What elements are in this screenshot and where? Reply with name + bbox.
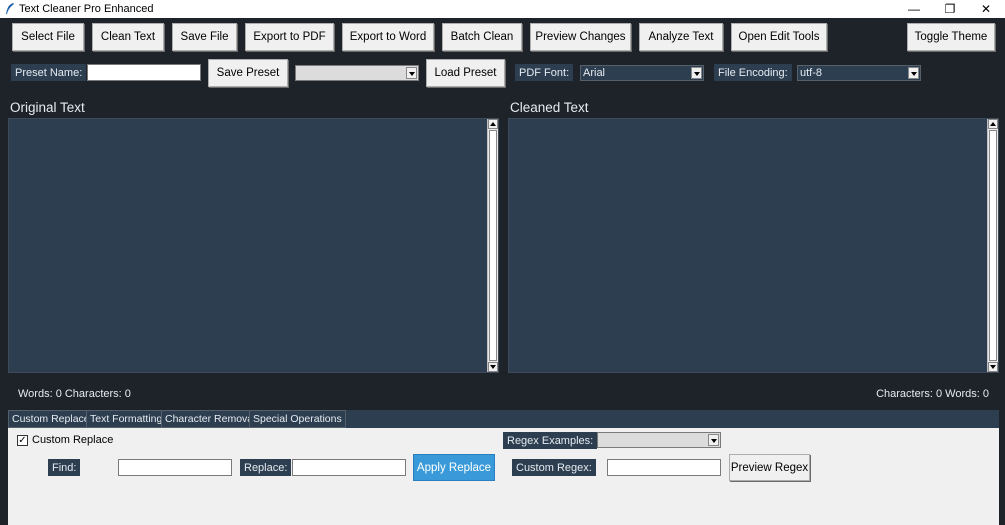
preview-changes-button[interactable]: Preview Changes: [530, 23, 631, 51]
feather-app-icon: [3, 2, 17, 16]
pdf-font-value: Arial: [583, 67, 606, 79]
load-preset-button[interactable]: Load Preset: [426, 59, 505, 87]
scroll-thumb[interactable]: [489, 130, 497, 361]
regex-examples-label: Regex Examples:: [503, 432, 598, 449]
apply-replace-button[interactable]: Apply Replace: [413, 454, 495, 481]
preset-name-label: Preset Name:: [11, 64, 87, 81]
close-button[interactable]: ✕: [968, 0, 1004, 18]
tab-special-operations[interactable]: Special Operations: [249, 410, 346, 428]
find-input[interactable]: [118, 459, 232, 476]
scroll-down-icon[interactable]: [488, 362, 498, 372]
scroll-thumb[interactable]: [989, 130, 997, 361]
chevron-down-icon[interactable]: [406, 67, 417, 79]
export-pdf-button[interactable]: Export to PDF: [245, 23, 334, 51]
tab-character-removal[interactable]: Character Removal: [161, 410, 260, 428]
clean-text-button[interactable]: Clean Text: [92, 23, 164, 51]
chevron-down-icon[interactable]: [908, 67, 919, 79]
original-scrollbar[interactable]: [487, 119, 498, 372]
original-stats: Words: 0 Characters: 0: [18, 388, 131, 400]
scroll-down-icon[interactable]: [988, 362, 998, 372]
export-word-button[interactable]: Export to Word: [342, 23, 434, 51]
select-file-button[interactable]: Select File: [12, 23, 84, 51]
tab-custom-replace[interactable]: Custom Replace: [8, 410, 94, 428]
regex-examples-select[interactable]: [597, 432, 721, 448]
file-encoding-value: utf-8: [800, 67, 823, 79]
pdf-font-label: PDF Font:: [515, 64, 574, 81]
custom-regex-label: Custom Regex:: [512, 459, 596, 476]
checkbox-check-icon[interactable]: ✓: [17, 434, 28, 446]
preset-name-input[interactable]: [87, 64, 201, 81]
open-edit-tools-button[interactable]: Open Edit Tools: [731, 23, 827, 51]
cleaned-text-area[interactable]: [508, 118, 999, 373]
replace-input[interactable]: [292, 459, 406, 476]
file-encoding-select[interactable]: utf-8: [797, 65, 921, 81]
custom-replace-checkbox-label: Custom Replace: [32, 434, 114, 446]
save-preset-button[interactable]: Save Preset: [208, 59, 288, 87]
tab-text-formatting[interactable]: Text Formatting: [86, 410, 167, 428]
replace-label: Replace:: [240, 459, 292, 476]
file-encoding-label: File Encoding:: [714, 64, 792, 81]
title-bar: Text Cleaner Pro Enhanced: [0, 0, 1005, 18]
chevron-down-icon[interactable]: [691, 67, 702, 79]
scroll-up-icon[interactable]: [488, 119, 498, 129]
scroll-up-icon[interactable]: [988, 119, 998, 129]
cleaned-text-title: Cleaned Text: [510, 100, 589, 115]
find-label: Find:: [48, 459, 81, 476]
cleaned-stats: Characters: 0 Words: 0: [876, 388, 989, 400]
window-title: Text Cleaner Pro Enhanced: [19, 3, 154, 15]
batch-clean-button[interactable]: Batch Clean: [442, 23, 522, 51]
minimize-button[interactable]: —: [896, 0, 932, 18]
analyze-text-button[interactable]: Analyze Text: [639, 23, 723, 51]
custom-replace-checkbox[interactable]: ✓ Custom Replace: [17, 434, 113, 446]
preview-regex-button[interactable]: Preview Regex: [729, 454, 810, 481]
cleaned-scrollbar[interactable]: [987, 119, 998, 372]
original-text-title: Original Text: [10, 100, 85, 115]
original-text-area[interactable]: [8, 118, 499, 373]
preset-select[interactable]: [295, 65, 419, 81]
toggle-theme-button[interactable]: Toggle Theme: [907, 23, 995, 51]
restore-button[interactable]: ❐: [932, 0, 968, 18]
chevron-down-icon[interactable]: [708, 434, 719, 446]
pdf-font-select[interactable]: Arial: [580, 65, 704, 81]
save-file-button[interactable]: Save File: [172, 23, 237, 51]
custom-regex-input[interactable]: [607, 459, 721, 476]
